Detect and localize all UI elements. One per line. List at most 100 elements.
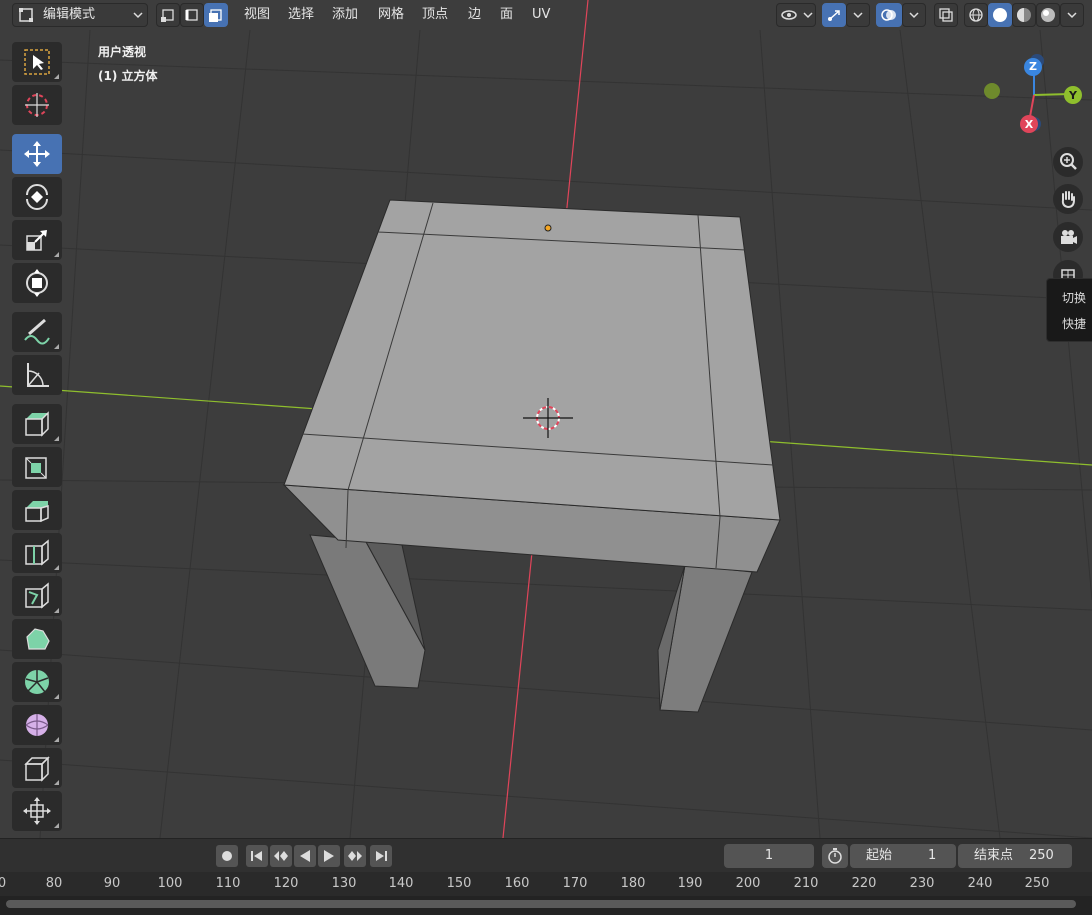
shading-wireframe-button[interactable] (964, 3, 988, 27)
timeline-scrollbar[interactable] (0, 896, 1092, 915)
frame-tick: 100 (157, 876, 183, 891)
menu-face[interactable]: 面 (492, 3, 521, 27)
tool-spin[interactable] (12, 662, 62, 702)
frame-tick: 150 (446, 876, 472, 891)
frame-tick: 120 (273, 876, 299, 891)
visibility-dropdown[interactable] (776, 3, 816, 27)
frame-ruler[interactable]: 0 80 90 100 110 120 130 140 150 160 170 … (0, 874, 1092, 896)
zoom-button[interactable] (1053, 147, 1083, 177)
edit-mode-icon (19, 8, 33, 22)
chevron-down-icon (909, 12, 919, 19)
edge-select-button[interactable] (180, 3, 204, 27)
extrude-icon (25, 411, 49, 437)
tool-extrude[interactable] (12, 404, 62, 444)
scene-canvas[interactable] (0, 0, 1092, 838)
camera-view-button[interactable] (1053, 222, 1083, 252)
tool-poly-build[interactable] (12, 619, 62, 659)
object-name: (1) 立方体 (98, 69, 158, 83)
frame-tick: 110 (215, 876, 241, 891)
tool-measure[interactable] (12, 355, 62, 395)
wireframe-icon (969, 8, 983, 22)
face-select-button[interactable] (204, 3, 228, 27)
tool-shear[interactable] (12, 748, 62, 788)
chevron-down-icon (1067, 12, 1077, 19)
tool-scale[interactable] (12, 220, 62, 260)
scrollbar-thumb[interactable] (6, 900, 1076, 908)
record-button[interactable] (216, 845, 238, 867)
solid-shading-icon (993, 8, 1007, 22)
3d-viewport[interactable]: Z Y X 用户透视 (1) 立方体 切换 快捷 (0, 0, 1092, 838)
shading-material-button[interactable] (1012, 3, 1036, 27)
next-keyframe-button[interactable] (344, 845, 366, 867)
play-button[interactable] (318, 845, 340, 867)
record-icon (222, 851, 232, 861)
menu-view[interactable]: 视图 (236, 3, 278, 27)
smooth-icon (25, 714, 49, 736)
jump-start-button[interactable] (246, 845, 268, 867)
hand-icon (1061, 191, 1075, 209)
origin-point (544, 224, 552, 232)
gizmo-z-label: Z (1029, 60, 1037, 73)
tool-move[interactable] (12, 134, 62, 174)
next-keyframe-icon (348, 851, 362, 861)
end-frame-field[interactable]: 结束点 250 (958, 844, 1072, 868)
tool-cursor[interactable] (12, 85, 62, 125)
frame-tick: 0 (0, 876, 7, 891)
overlay-dropdown[interactable] (902, 3, 926, 27)
overlay-toggle-button[interactable] (876, 3, 902, 27)
overlay-icon (881, 9, 896, 21)
menu-mesh[interactable]: 网格 (370, 3, 412, 27)
menu-uv[interactable]: UV (524, 3, 558, 27)
menu-add[interactable]: 添加 (324, 3, 366, 27)
start-label: 起始 (866, 848, 893, 863)
pan-button[interactable] (1053, 184, 1083, 214)
timeline-controls: 1 起始 1 结束点 250 (0, 838, 1092, 872)
eye-icon (781, 10, 797, 20)
tool-select-box[interactable] (12, 42, 62, 82)
jump-end-button[interactable] (370, 845, 392, 867)
menu-vertex[interactable]: 顶点 (414, 3, 456, 27)
prev-keyframe-button[interactable] (270, 845, 292, 867)
chevron-down-icon (133, 12, 143, 19)
current-frame-field[interactable]: 1 (724, 844, 814, 868)
tool-knife[interactable] (12, 576, 62, 616)
end-value: 250 (1029, 848, 1054, 863)
tool-loop-cut[interactable] (12, 533, 62, 573)
xray-toggle-button[interactable] (934, 3, 958, 27)
gizmo-dropdown[interactable] (846, 3, 870, 27)
play-reverse-icon (300, 850, 310, 862)
tool-inset[interactable] (12, 447, 62, 487)
tool-transform[interactable] (12, 263, 62, 303)
stopwatch-icon (828, 848, 842, 864)
menu-edge[interactable]: 边 (460, 3, 489, 27)
mode-selector[interactable]: 编辑模式 (12, 3, 148, 27)
viewport-header: 编辑模式 视图 选择 添加 网格 顶点 边 面 UV (0, 0, 1092, 30)
loop-cut-icon (25, 539, 49, 566)
gizmo-toggle-button[interactable] (822, 3, 846, 27)
tool-rotate[interactable] (12, 177, 62, 217)
shading-solid-button[interactable] (988, 3, 1012, 27)
preview-range-toggle[interactable] (822, 844, 848, 868)
tool-smooth[interactable] (12, 705, 62, 745)
frame-tick: 180 (620, 876, 646, 891)
tool-shrink-fatten[interactable] (12, 791, 62, 831)
tool-bevel[interactable] (12, 490, 62, 530)
gizmo-y-label: Y (1069, 89, 1077, 102)
xray-icon (939, 8, 953, 22)
tool-annotate[interactable] (12, 312, 62, 352)
gizmo-x-label: X (1024, 118, 1034, 131)
play-reverse-button[interactable] (294, 845, 316, 867)
frame-tick: 220 (851, 876, 877, 891)
select-box-icon (24, 49, 50, 75)
menu-select[interactable]: 选择 (280, 3, 322, 27)
tool-shelf (10, 38, 66, 834)
chevron-down-icon (853, 12, 863, 19)
shading-dropdown[interactable] (1060, 3, 1084, 27)
shrink-fatten-icon (23, 797, 51, 825)
vertex-select-button[interactable] (156, 3, 180, 27)
mode-label: 编辑模式 (43, 7, 96, 22)
shading-rendered-button[interactable] (1036, 3, 1060, 27)
table-mesh[interactable] (282, 199, 781, 713)
knife-icon (25, 582, 49, 609)
start-frame-field[interactable]: 起始 1 (850, 844, 956, 868)
